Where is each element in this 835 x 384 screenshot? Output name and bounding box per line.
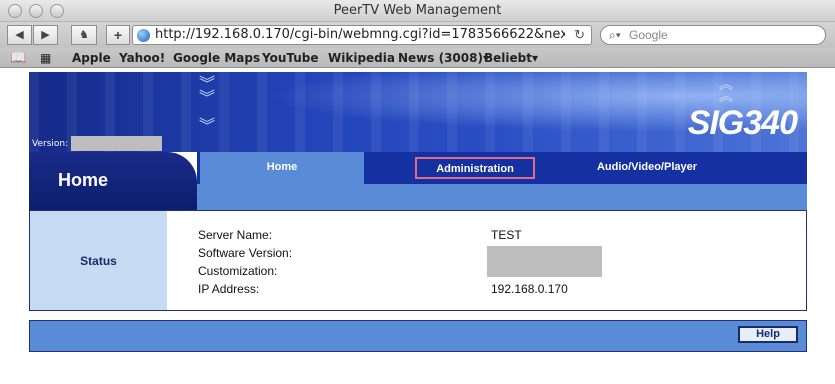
bookmarks-bar: 📖 ▦ Apple Yahoo! Google Maps YouTube Wik… — [0, 48, 835, 68]
status-label: Status — [80, 254, 117, 268]
section-header: Home — [29, 152, 197, 210]
browser-toolbar: ◀ ▶ ♞ + http://192.168.0.170/cgi-bin/web… — [0, 22, 835, 48]
chevron-up-icon: ︽ ︽ — [719, 76, 733, 104]
banner: ︾ ︾ ︾ ︽ ︽ SIG340 Version: — [29, 72, 807, 152]
reload-icon[interactable]: ↻ — [574, 27, 585, 43]
bookmark-yahoo[interactable]: Yahoo! — [119, 51, 165, 65]
back-arrow-icon: ◀ — [15, 29, 24, 41]
bookmark-youtube[interactable]: YouTube — [262, 51, 319, 65]
chevron-down-icon: ︾ ︾ ︾ — [199, 76, 216, 135]
forward-button[interactable]: ▶ — [33, 25, 58, 45]
field-customization: Customization: — [198, 264, 278, 278]
tab-administration[interactable]: Administration — [415, 157, 535, 179]
subnav-band — [197, 184, 807, 210]
value-ip-address: 192.168.0.170 — [491, 282, 568, 296]
search-field[interactable]: ⌕▾ Google — [600, 25, 826, 45]
plus-icon: + — [113, 27, 123, 43]
status-sidebar: Status — [30, 211, 167, 310]
tab-strip: Home Administration Audio/Video/Player — [197, 152, 807, 210]
reading-list-icon[interactable]: 📖 — [10, 51, 26, 66]
footer-bar: Help — [29, 320, 807, 352]
search-icon: ⌕▾ — [609, 28, 621, 42]
product-brand: SIG340 — [687, 104, 798, 142]
bookmark-wikipedia[interactable]: Wikipedia — [328, 51, 395, 65]
bookmark-apple[interactable]: Apple — [72, 51, 111, 65]
evernote-icon: ♞ — [79, 29, 89, 41]
help-button[interactable]: Help — [738, 326, 798, 343]
version-value-redacted — [71, 136, 162, 151]
redacted-values — [487, 246, 602, 277]
bookmark-beliebt[interactable]: Beliebt▾ — [484, 51, 538, 65]
bookmark-google-maps[interactable]: Google Maps — [173, 51, 260, 65]
top-sites-icon[interactable]: ▦ — [40, 51, 51, 65]
status-panel: Status Server Name: TEST Software Versio… — [29, 210, 807, 311]
url-text[interactable]: http://192.168.0.170/cgi-bin/webmng.cgi?… — [155, 27, 565, 42]
forward-arrow-icon: ▶ — [41, 29, 50, 41]
address-bar[interactable]: http://192.168.0.170/cgi-bin/webmng.cgi?… — [132, 25, 592, 45]
tab-audio-video-player[interactable]: Audio/Video/Player — [547, 152, 747, 184]
nav-bar: Home Home Administration Audio/Video/Pla… — [29, 152, 807, 210]
value-server-name: TEST — [491, 228, 522, 242]
field-software-version: Software Version: — [198, 246, 293, 260]
window-title: PeerTV Web Management — [333, 3, 502, 18]
bookmark-news[interactable]: News (3008)▾ — [398, 51, 489, 65]
version-label: Version: — [32, 139, 69, 149]
field-ip-address: IP Address: — [198, 282, 260, 296]
field-server-name: Server Name: — [198, 228, 273, 242]
add-bookmark-button[interactable]: + — [106, 25, 130, 45]
back-button[interactable]: ◀ — [7, 25, 32, 45]
window-titlebar: PeerTV Web Management — [0, 0, 835, 22]
section-title: Home — [58, 170, 109, 190]
search-placeholder: Google — [629, 28, 668, 42]
evernote-button[interactable]: ♞ — [71, 25, 97, 45]
globe-icon — [137, 29, 150, 42]
